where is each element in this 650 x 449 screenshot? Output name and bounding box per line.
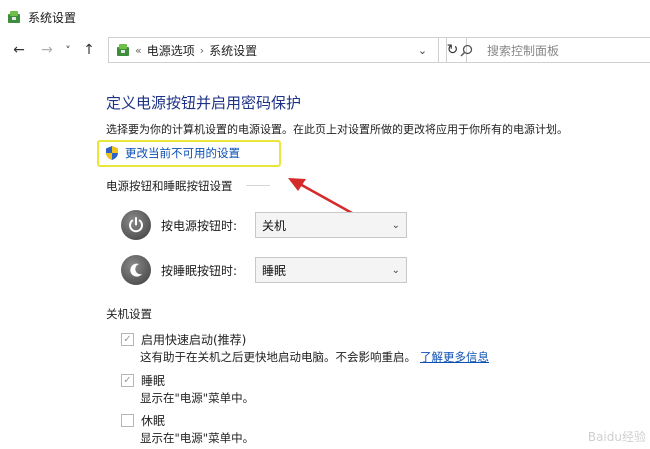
sleep-checkbox[interactable]: ✓ xyxy=(121,374,134,387)
hibernate-option-description: 显示在"电源"菜单中。 xyxy=(140,431,255,445)
power-button-action-value: 关机 xyxy=(262,218,287,233)
fast-startup-checkbox-row[interactable]: ✓ 启用快速启动(推荐) xyxy=(121,331,246,348)
search-placeholder: 搜索控制面板 xyxy=(487,43,560,58)
sleep-icon xyxy=(121,255,151,285)
search-input[interactable]: 搜索控制面板 xyxy=(448,37,650,63)
breadcrumb-item-power-options[interactable]: 电源选项 xyxy=(147,42,195,59)
hibernate-checkbox[interactable] xyxy=(121,414,134,427)
window-title: 系统设置 xyxy=(28,10,77,25)
sleep-option-description: 显示在"电源"菜单中。 xyxy=(140,391,255,405)
control-panel-icon xyxy=(117,44,129,56)
power-button-row: 按电源按钮时: 关机 ⌄ xyxy=(121,210,407,240)
recent-locations-button[interactable]: ˅ xyxy=(60,38,76,62)
up-button[interactable]: ↑ xyxy=(78,38,100,62)
chevron-down-icon: ⌄ xyxy=(391,264,400,276)
power-button-action-select[interactable]: 关机 ⌄ xyxy=(255,212,407,238)
search-icon xyxy=(460,44,473,56)
sleep-button-row: 按睡眠按钮时: 睡眠 ⌄ xyxy=(121,255,407,285)
navigation-bar: ← → ˅ ↑ « 电源选项 › 系统设置 ⌄ ↻ 搜索控制面板 xyxy=(0,34,650,66)
title-bar: 系统设置 xyxy=(0,0,650,34)
sleep-checkbox-row[interactable]: ✓ 睡眠 xyxy=(121,372,165,389)
main-content: 定义电源按钮并启用密码保护 选择要为你的计算机设置的电源设置。在此页上对设置所做… xyxy=(0,66,650,449)
page-title: 定义电源按钮并启用密码保护 xyxy=(106,94,302,112)
address-dropdown-button[interactable]: ⌄ xyxy=(407,37,439,63)
address-bar[interactable]: « 电源选项 › 系统设置 xyxy=(108,37,408,63)
fast-startup-desc-text: 这有助于在关机之后更快地启动电脑。不会影响重启。 xyxy=(140,350,416,364)
hibernate-checkbox-row[interactable]: 休眠 xyxy=(121,412,165,429)
watermark: Baidu经验 xyxy=(587,430,646,444)
chevron-down-icon: ⌄ xyxy=(391,219,400,231)
change-link-label[interactable]: 更改当前不可用的设置 xyxy=(125,145,240,161)
fast-startup-checkbox[interactable]: ✓ xyxy=(121,333,134,346)
sleep-option-label: 睡眠 xyxy=(141,374,166,388)
uac-shield-icon xyxy=(106,146,118,160)
breadcrumb-separator: › xyxy=(199,43,205,57)
hibernate-option-label: 休眠 xyxy=(141,414,166,428)
page-description: 选择要为你的计算机设置的电源设置。在此页上对设置所做的更改将应用于你所有的电源计… xyxy=(106,123,568,136)
power-button-label: 按电源按钮时: xyxy=(161,218,238,233)
breadcrumb-item-system-settings[interactable]: 系统设置 xyxy=(209,42,257,59)
chevron-down-icon: ⌄ xyxy=(417,43,428,57)
power-icon xyxy=(121,210,151,240)
breadcrumb-overflow[interactable]: « xyxy=(135,44,142,57)
sleep-button-action-value: 睡眠 xyxy=(262,263,287,278)
group-divider xyxy=(246,185,270,186)
fast-startup-label: 启用快速启动(推荐) xyxy=(141,333,247,347)
sleep-button-action-select[interactable]: 睡眠 ⌄ xyxy=(255,257,407,283)
fast-startup-description: 这有助于在关机之后更快地启动电脑。不会影响重启。 了解更多信息 xyxy=(140,349,489,365)
back-button[interactable]: ← xyxy=(8,38,30,62)
sleep-button-label: 按睡眠按钮时: xyxy=(161,263,238,278)
forward-button[interactable]: → xyxy=(36,38,58,62)
power-group-title: 电源按钮和睡眠按钮设置 xyxy=(106,179,233,193)
shutdown-group-title: 关机设置 xyxy=(106,307,152,321)
change-unavailable-settings-link[interactable]: 更改当前不可用的设置 xyxy=(104,145,240,161)
control-panel-icon xyxy=(8,11,20,23)
learn-more-link[interactable]: 了解更多信息 xyxy=(420,350,489,364)
